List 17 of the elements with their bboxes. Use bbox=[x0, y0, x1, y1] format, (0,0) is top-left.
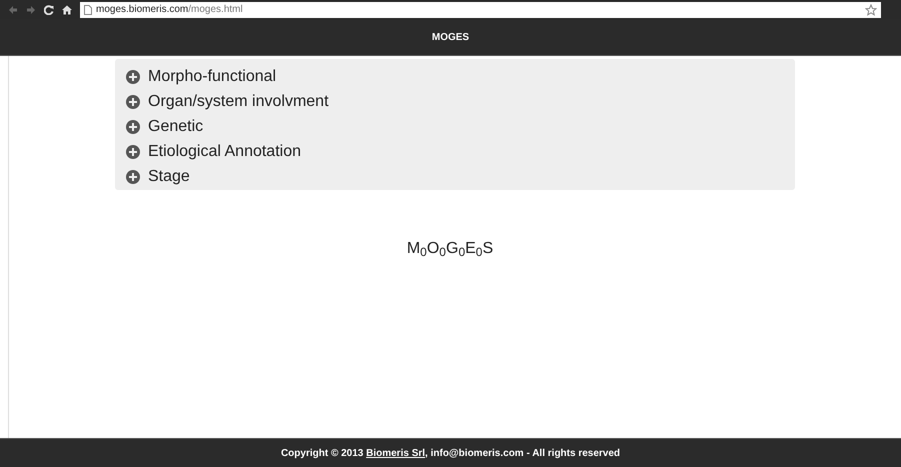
accordion-item[interactable]: Organ/system involvment bbox=[126, 89, 795, 114]
url-text: moges.biomeris.com/moges.html bbox=[96, 3, 243, 17]
formula-text: M$_{0}$O$_{0}$G$_{0}$E$_{0}$S bbox=[406, 239, 494, 261]
accordion-item[interactable]: Genetic bbox=[126, 114, 795, 139]
accordion-item[interactable]: Morpho-functional bbox=[126, 64, 795, 89]
back-arrow-icon[interactable] bbox=[8, 4, 18, 14]
company-link[interactable]: Biomeris Srl bbox=[366, 448, 426, 458]
reload-icon[interactable] bbox=[44, 4, 54, 14]
accordion-item[interactable]: Etiological Annotation bbox=[126, 139, 795, 164]
copyright-text: Copyright © 2013 Biomeris Srl, info@biomeris.com - All rights reserved bbox=[280, 446, 620, 460]
navbar-title: MOGES bbox=[432, 30, 470, 44]
home-icon[interactable] bbox=[62, 4, 72, 14]
star-icon[interactable] bbox=[865, 4, 877, 16]
page-icon bbox=[84, 4, 92, 14]
forward-arrow-icon[interactable] bbox=[26, 4, 36, 14]
accordion-item[interactable]: Stage bbox=[126, 164, 795, 189]
address-bar[interactable]: moges.biomeris.com/moges.html bbox=[80, 2, 881, 18]
